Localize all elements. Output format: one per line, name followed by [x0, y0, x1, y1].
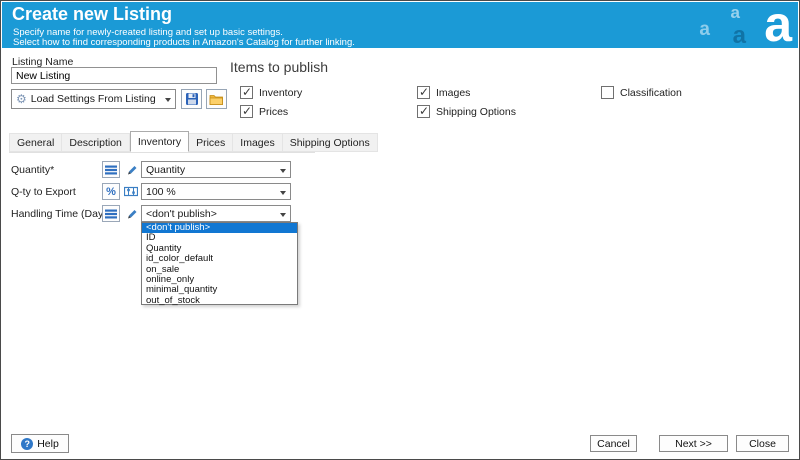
- amazon-a-logo-small: a: [731, 4, 740, 21]
- chevron-down-icon: [280, 191, 286, 195]
- scale-button[interactable]: [122, 183, 140, 200]
- amazon-a-logo: a: [764, 0, 792, 49]
- percent-button[interactable]: %: [102, 183, 120, 200]
- checkbox-label: Prices: [259, 106, 288, 118]
- close-button[interactable]: Close: [736, 435, 789, 452]
- chevron-down-icon: [280, 213, 286, 217]
- header-subtitle-2: Select how to find corresponding product…: [13, 37, 355, 48]
- percent-icon: %: [106, 186, 116, 198]
- checkbox-images[interactable]: Images: [417, 86, 470, 99]
- tab-strip: General Description Inventory Prices Ima…: [9, 132, 315, 153]
- floppy-disk-icon: [185, 92, 199, 106]
- page-title: Create new Listing: [12, 4, 172, 25]
- tab-images[interactable]: Images: [233, 133, 282, 152]
- handling-time-list-button[interactable]: [102, 205, 120, 222]
- handling-time-combo-value: <don't publish>: [146, 208, 217, 220]
- checkbox-prices[interactable]: Prices: [240, 105, 288, 118]
- checkbox-box: [601, 86, 614, 99]
- help-button-label: Help: [37, 438, 59, 450]
- checkbox-label: Images: [436, 87, 470, 99]
- chevron-down-icon: [165, 98, 171, 102]
- handling-time-edit-button[interactable]: [122, 205, 140, 222]
- listing-name-input[interactable]: [11, 67, 217, 84]
- dropdown-item[interactable]: id_color_default: [142, 254, 297, 264]
- handling-time-dropdown-list: <don't publish> ID Quantity id_color_def…: [141, 222, 298, 305]
- next-button[interactable]: Next >>: [659, 435, 728, 452]
- tab-general[interactable]: General: [9, 133, 62, 152]
- pencil-icon: [125, 163, 138, 176]
- pencil-icon: [125, 207, 138, 220]
- create-new-listing-dialog: Create new Listing Specify name for newl…: [0, 0, 800, 460]
- question-mark-icon: ?: [21, 438, 33, 450]
- list-lines-icon: [105, 209, 117, 219]
- checkbox-box: [240, 105, 253, 118]
- checkbox-shipping-options[interactable]: Shipping Options: [417, 105, 516, 118]
- quantity-edit-button[interactable]: [122, 161, 140, 178]
- chevron-down-icon: [280, 169, 286, 173]
- qty-to-export-label: Q-ty to Export: [11, 186, 76, 198]
- qty-to-export-combo-value: 100 %: [146, 186, 176, 198]
- open-folder-button[interactable]: [206, 89, 227, 109]
- folder-icon: [209, 93, 224, 106]
- dropdown-item[interactable]: out_of_stock: [142, 296, 297, 306]
- checkbox-label: Classification: [620, 87, 682, 99]
- help-button[interactable]: ? Help: [11, 434, 69, 453]
- handling-time-combo[interactable]: <don't publish>: [141, 205, 291, 222]
- checkbox-classification[interactable]: Classification: [601, 86, 682, 99]
- tab-prices[interactable]: Prices: [189, 133, 233, 152]
- checkbox-box: [240, 86, 253, 99]
- checkbox-label: Shipping Options: [436, 106, 516, 118]
- load-settings-combo[interactable]: ⚙ Load Settings From Listing: [11, 89, 176, 109]
- abacus-icon: [124, 186, 138, 197]
- save-settings-button[interactable]: [181, 89, 202, 109]
- tab-shipping-options[interactable]: Shipping Options: [283, 133, 378, 152]
- items-to-publish-title: Items to publish: [230, 59, 328, 75]
- handling-time-label: Handling Time (Days): [11, 208, 112, 220]
- list-lines-icon: [105, 165, 117, 175]
- load-settings-label: Load Settings From Listing: [31, 93, 156, 105]
- dropdown-item[interactable]: <don't publish>: [142, 223, 297, 233]
- settings-gear-icon: ⚙: [16, 93, 27, 105]
- checkbox-label: Inventory: [259, 87, 302, 99]
- quantity-combo-value: Quantity: [146, 164, 185, 176]
- quantity-combo[interactable]: Quantity: [141, 161, 291, 178]
- checkbox-box: [417, 86, 430, 99]
- checkbox-box: [417, 105, 430, 118]
- cancel-button[interactable]: Cancel: [590, 435, 637, 452]
- quantity-label: Quantity*: [11, 164, 54, 176]
- dialog-header: Create new Listing Specify name for newl…: [2, 2, 798, 48]
- quantity-list-button[interactable]: [102, 161, 120, 178]
- tab-description[interactable]: Description: [62, 133, 130, 152]
- qty-to-export-combo[interactable]: 100 %: [141, 183, 291, 200]
- tab-inventory[interactable]: Inventory: [130, 131, 189, 152]
- amazon-a-logo-small: a: [699, 20, 710, 39]
- checkbox-inventory[interactable]: Inventory: [240, 86, 302, 99]
- amazon-a-logo-small: a: [733, 24, 746, 48]
